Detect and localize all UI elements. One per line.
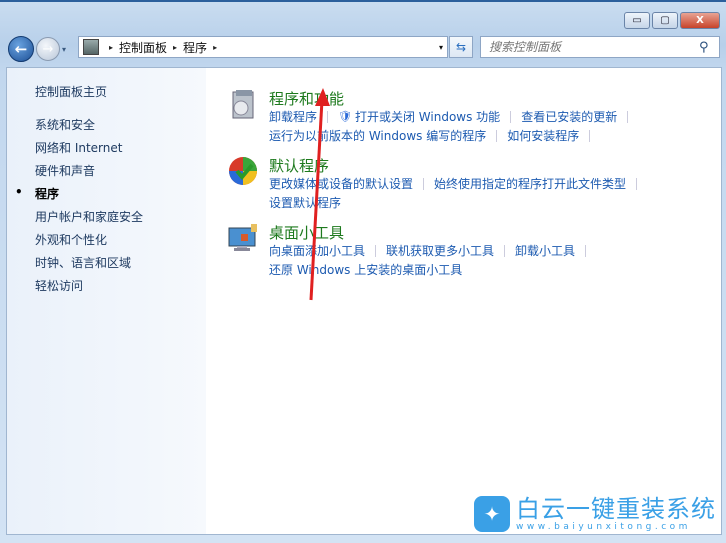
category-title[interactable]: 程序和功能 <box>269 88 344 109</box>
divider <box>510 110 512 123</box>
search-box[interactable]: ⚲ <box>480 36 720 58</box>
gadgets-icon[interactable] <box>227 222 259 254</box>
link-row: 运行为以前版本的 Windows 编写的程序 如何安装程序 <box>269 127 600 144</box>
sidebar-item[interactable]: 外观和个性化 <box>35 231 107 248</box>
task-link[interactable]: 如何安装程序 <box>507 127 579 144</box>
divider <box>589 129 591 142</box>
programs-icon[interactable] <box>227 88 259 120</box>
refresh-button[interactable]: ⇆ <box>449 36 473 58</box>
search-input[interactable] <box>489 40 699 54</box>
task-link[interactable]: 打开或关闭 Windows 功能 <box>355 108 500 125</box>
uac-shield-icon: 🛡 <box>338 110 352 123</box>
category-title[interactable]: 默认程序 <box>269 155 329 176</box>
recent-pages-dropdown[interactable]: ▾ <box>62 45 66 54</box>
link-row: 卸载程序 🛡 打开或关闭 Windows 功能 查看已安装的更新 <box>269 108 638 125</box>
watermark: ✦ 白云一键重装系统 www.baiyunxitong.com <box>474 496 716 532</box>
task-link[interactable]: 更改媒体或设备的默认设置 <box>269 175 413 192</box>
divider <box>375 244 377 257</box>
forward-button[interactable]: → <box>36 37 60 61</box>
task-link[interactable]: 向桌面添加小工具 <box>269 242 365 259</box>
sidebar-item[interactable]: 程序 <box>15 185 59 202</box>
sidebar-item[interactable]: 网络和 Internet <box>35 139 122 156</box>
maximize-button[interactable]: ▢ <box>652 12 678 29</box>
sidebar-item[interactable]: 硬件和声音 <box>35 162 95 179</box>
navigation: ← → ▾ <box>8 36 66 62</box>
link-row: 向桌面添加小工具 联机获取更多小工具 卸载小工具 <box>269 242 596 259</box>
task-link[interactable]: 设置默认程序 <box>269 194 341 211</box>
divider <box>496 129 498 142</box>
caption-buttons: ▭ ▢ X <box>624 12 720 29</box>
default-programs-icon[interactable] <box>227 155 259 187</box>
breadcrumb-control-panel[interactable]: 控制面板 <box>119 39 167 56</box>
link-row: 更改媒体或设备的默认设置 始终使用指定的程序打开此文件类型 <box>269 175 647 192</box>
watermark-url: www.baiyunxitong.com <box>516 522 691 532</box>
address-bar[interactable]: ▸ 控制面板 ▸ 程序 ▸ ▾ <box>78 36 448 58</box>
minimize-button[interactable]: ▭ <box>624 12 650 29</box>
divider <box>585 244 587 257</box>
back-button[interactable]: ← <box>8 36 34 62</box>
task-link[interactable]: 卸载小工具 <box>515 242 575 259</box>
sidebar-item[interactable]: 用户帐户和家庭安全 <box>35 208 143 225</box>
divider <box>327 110 329 123</box>
divider <box>423 177 425 190</box>
bird-logo-icon: ✦ <box>474 496 510 532</box>
link-row: 还原 Windows 上安装的桌面小工具 <box>269 261 462 278</box>
task-link[interactable]: 还原 Windows 上安装的桌面小工具 <box>269 261 462 278</box>
watermark-name: 白云一键重装系统 <box>516 495 716 523</box>
breadcrumb-separator[interactable]: ▸ <box>213 43 217 52</box>
task-link[interactable]: 联机获取更多小工具 <box>386 242 494 259</box>
sidebar-item[interactable]: 轻松访问 <box>35 277 83 294</box>
divider <box>636 177 638 190</box>
sidebar-item[interactable]: 时钟、语言和区域 <box>35 254 131 271</box>
task-link[interactable]: 查看已安装的更新 <box>521 108 617 125</box>
breadcrumb-programs[interactable]: 程序 <box>183 39 207 56</box>
task-link[interactable]: 运行为以前版本的 Windows 编写的程序 <box>269 127 486 144</box>
task-link[interactable]: 卸载程序 <box>269 108 317 125</box>
search-icon[interactable]: ⚲ <box>699 40 719 55</box>
link-row: 设置默认程序 <box>269 194 341 211</box>
sidebar: 控制面板主页系统和安全网络和 Internet 硬件和声音程序用户帐户和家庭安全外… <box>7 68 206 534</box>
task-link[interactable]: 始终使用指定的程序打开此文件类型 <box>434 175 626 192</box>
breadcrumb-separator[interactable]: ▸ <box>173 43 177 52</box>
breadcrumb-separator[interactable]: ▸ <box>109 43 113 52</box>
divider <box>627 110 629 123</box>
control-panel-icon <box>83 39 99 55</box>
sidebar-item[interactable]: 系统和安全 <box>35 116 95 133</box>
sidebar-item[interactable]: 控制面板主页 <box>35 83 107 100</box>
divider <box>504 244 506 257</box>
close-button[interactable]: X <box>680 12 720 29</box>
content-area: 控制面板主页系统和安全网络和 Internet 硬件和声音程序用户帐户和家庭安全外… <box>6 67 722 535</box>
main-panel: 程序和功能 卸载程序 🛡 打开或关闭 Windows 功能 查看已安装的更新运行为以前版… <box>207 68 721 534</box>
category-title[interactable]: 桌面小工具 <box>269 222 344 243</box>
address-dropdown[interactable]: ▾ <box>439 43 443 52</box>
